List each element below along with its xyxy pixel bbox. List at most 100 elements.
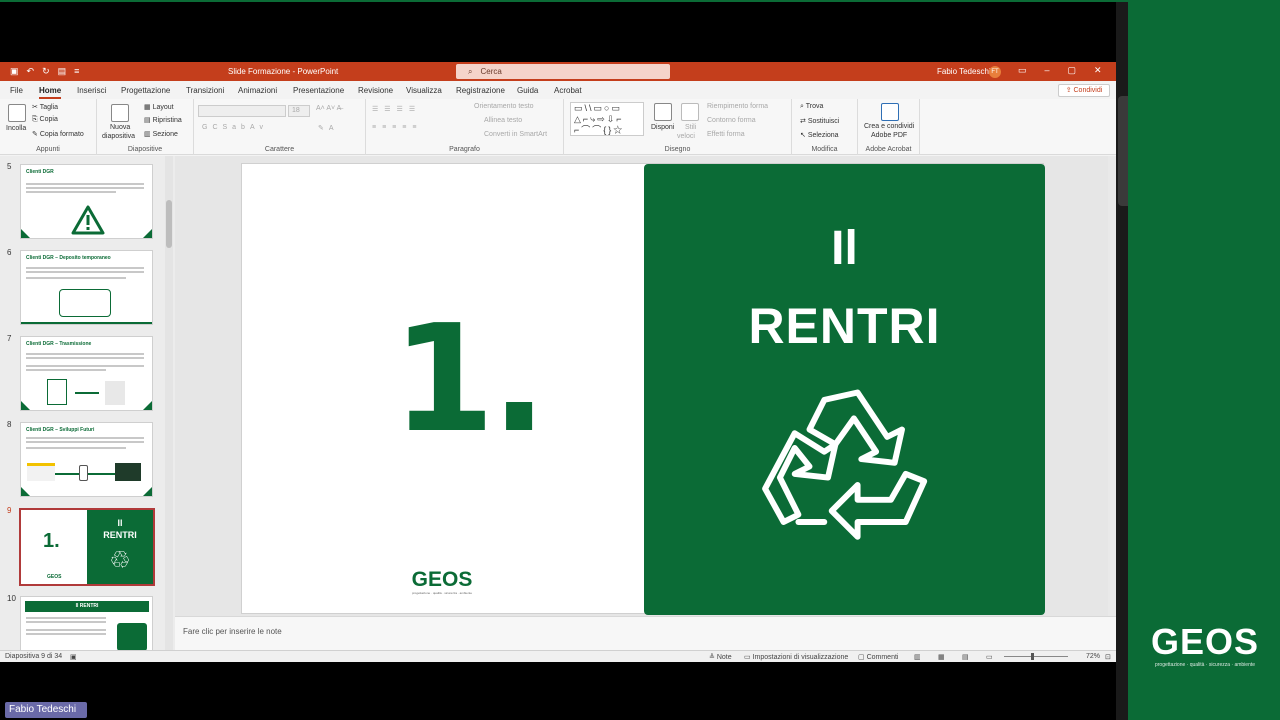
align-icons[interactable]: ≡≡≡≡≡ bbox=[372, 124, 422, 131]
slide-thumbnail-6[interactable]: Clienti DGR – Deposito temporaneo bbox=[20, 250, 153, 325]
create-pdf-label-1[interactable]: Crea e condividi bbox=[864, 123, 914, 130]
adobe-pdf-icon[interactable] bbox=[881, 103, 899, 121]
arrange-button[interactable]: Disponi bbox=[651, 124, 674, 131]
undo-icon[interactable]: ↶ bbox=[27, 66, 35, 77]
replace-label: Sostituisci bbox=[807, 118, 840, 125]
copy-button[interactable]: ⎘ Copia bbox=[32, 116, 58, 124]
maximize-icon[interactable]: ▢ bbox=[1068, 65, 1077, 76]
format-painter-button[interactable]: ✎ Copia formato bbox=[32, 130, 84, 138]
thumb-text-line bbox=[26, 617, 106, 619]
tab-recording[interactable]: Registrazione bbox=[456, 86, 505, 95]
notes-pane[interactable]: Fare clic per inserire le note bbox=[175, 616, 1116, 650]
save-icon[interactable]: ▣ bbox=[10, 66, 19, 77]
align-text-button[interactable]: Allinea testo bbox=[484, 117, 522, 124]
comments-button[interactable]: ▢ Commenti bbox=[858, 653, 898, 661]
zoom-slider-knob[interactable] bbox=[1031, 653, 1034, 660]
window-title: Slide Formazione - PowerPoint bbox=[228, 67, 339, 76]
select-button[interactable]: ↖ Seleziona bbox=[800, 131, 839, 139]
quick-styles-label-2[interactable]: veloci bbox=[677, 133, 695, 140]
fit-to-window-icon[interactable]: ⊡ bbox=[1105, 653, 1111, 661]
replace-button[interactable]: ⇄ Sostituisci bbox=[800, 117, 839, 125]
paste-button[interactable]: Incolla bbox=[6, 125, 26, 132]
reading-view-icon[interactable]: ▤ bbox=[962, 653, 969, 661]
geos-logo-text: GEOS bbox=[411, 568, 473, 591]
tab-home[interactable]: Home bbox=[39, 86, 62, 99]
window-controls: ▭ – ▢ ✕ bbox=[1018, 65, 1102, 76]
cut-button[interactable]: ✂ Taglia bbox=[32, 103, 58, 111]
thumb-green-panel: Il RENTRI ♲ bbox=[87, 510, 153, 584]
avatar[interactable]: FT bbox=[989, 66, 1001, 78]
tab-file[interactable]: File bbox=[10, 86, 23, 95]
tab-acrobat[interactable]: Acrobat bbox=[554, 86, 582, 95]
shape-outline-button[interactable]: Contorno forma bbox=[707, 117, 756, 124]
slide-thumbnail-7[interactable]: Clienti DGR – Trasmissione bbox=[20, 336, 153, 411]
thumb-text-line bbox=[26, 629, 106, 631]
reset-button[interactable]: ▤ Ripristina bbox=[144, 116, 182, 124]
paste-icon[interactable] bbox=[8, 104, 26, 122]
tab-view[interactable]: Visualizza bbox=[406, 86, 442, 95]
font-family-select[interactable] bbox=[198, 105, 286, 117]
display-settings-button[interactable]: ▭ Impostazioni di visualizzazione bbox=[744, 653, 848, 661]
tab-help[interactable]: Guida bbox=[517, 86, 538, 95]
notes-placeholder[interactable]: Fare clic per inserire le note bbox=[183, 627, 282, 636]
ribbon-display-icon[interactable]: ▭ bbox=[1018, 65, 1027, 76]
share-button[interactable]: ⇪ Condividi bbox=[1058, 84, 1110, 97]
thumb-number: 6 bbox=[7, 248, 12, 257]
smartart-button[interactable]: Converti in SmartArt bbox=[484, 131, 547, 138]
comments-label: Commenti bbox=[866, 654, 899, 661]
shapes-gallery[interactable]: ▭\\▭○▭ △⌐⤷⇨⇩⌐ ⌐⌒⌒{}☆ bbox=[570, 102, 644, 136]
tab-review[interactable]: Revisione bbox=[358, 86, 393, 95]
slideshow-icon[interactable]: ▭ bbox=[986, 653, 993, 661]
current-slide[interactable]: 1. GEOS progettazione · qualità · sicure… bbox=[241, 163, 1045, 615]
tab-insert[interactable]: Inserisci bbox=[77, 86, 106, 95]
accessibility-icon[interactable]: ▣ bbox=[70, 653, 77, 661]
close-icon[interactable]: ✕ bbox=[1094, 65, 1102, 76]
shape-effects-button[interactable]: Effetti forma bbox=[707, 131, 745, 138]
normal-view-icon[interactable]: ▥ bbox=[914, 653, 921, 661]
quick-styles-icon[interactable] bbox=[681, 103, 699, 121]
text-direction-button[interactable]: Orientamento testo bbox=[474, 103, 534, 110]
layout-button[interactable]: ▦ Layout bbox=[144, 103, 174, 111]
quick-styles-label-1[interactable]: Stili bbox=[685, 124, 696, 131]
arrange-icon[interactable] bbox=[654, 103, 672, 121]
slide-thumbnail-8[interactable]: Clienti DGR – Sviluppi Futuri bbox=[20, 422, 153, 497]
list-icons[interactable]: ☰☰☰☰ bbox=[372, 105, 421, 113]
tab-animations[interactable]: Animazioni bbox=[238, 86, 277, 95]
group-label-drawing: Disegno bbox=[664, 146, 691, 153]
slide-thumbnail-10[interactable]: Il RENTRI bbox=[20, 596, 153, 650]
thumb-green-line2: RENTRI bbox=[103, 530, 137, 540]
thumbnails-scrollbar[interactable] bbox=[165, 156, 173, 650]
font-grow-shrink-icons[interactable]: A˄ A˅ A̶ bbox=[316, 105, 341, 112]
zoom-level[interactable]: 72% bbox=[1086, 653, 1100, 660]
user-name[interactable]: Fabio Tedeschi bbox=[937, 67, 991, 76]
font-color-icons[interactable]: ✎A bbox=[318, 124, 339, 132]
customize-icon[interactable]: ≡ bbox=[74, 66, 79, 77]
font-style-icons[interactable]: GCSabAv bbox=[202, 124, 268, 131]
create-pdf-label-2[interactable]: Adobe PDF bbox=[871, 132, 907, 139]
notes-button[interactable]: ≜ Note bbox=[709, 653, 732, 661]
slide-number-heading[interactable]: 1. bbox=[392, 304, 547, 454]
slide-thumbnail-9[interactable]: 1. GEOS Il RENTRI ♲ bbox=[19, 508, 155, 586]
present-icon[interactable]: ▤ bbox=[58, 66, 67, 77]
scrollbar-thumb[interactable] bbox=[166, 200, 172, 248]
section-button[interactable]: ▥ Sezione bbox=[144, 130, 178, 138]
redo-icon[interactable]: ↻ bbox=[42, 66, 50, 77]
thumb-number-selected: 9 bbox=[7, 506, 12, 515]
tab-slideshow[interactable]: Presentazione bbox=[293, 86, 344, 95]
slide-thumbnail-5[interactable]: Clienti DGR bbox=[20, 164, 153, 239]
tab-design[interactable]: Progettazione bbox=[121, 86, 170, 95]
search-box[interactable]: ⌕ Cerca bbox=[456, 64, 670, 79]
geos-logo-tagline: progettazione · qualità · sicurezza · am… bbox=[411, 591, 473, 595]
new-slide-icon[interactable] bbox=[111, 104, 129, 122]
new-slide-label-1[interactable]: Nuova bbox=[110, 124, 130, 131]
green-panel[interactable]: Il RENTRI bbox=[644, 164, 1045, 615]
slide-scrollbar[interactable] bbox=[1108, 156, 1116, 616]
new-slide-label-2[interactable]: diapositiva bbox=[102, 133, 135, 140]
font-size-select[interactable]: 18 bbox=[288, 105, 310, 117]
find-button[interactable]: ⌕ Trova bbox=[800, 103, 823, 111]
shape-fill-button[interactable]: Riempimento forma bbox=[707, 103, 768, 110]
zoom-slider[interactable] bbox=[1004, 656, 1068, 657]
minimize-icon[interactable]: – bbox=[1045, 65, 1050, 76]
tab-transitions[interactable]: Transizioni bbox=[186, 86, 224, 95]
slide-sorter-icon[interactable]: ▦ bbox=[938, 653, 945, 661]
